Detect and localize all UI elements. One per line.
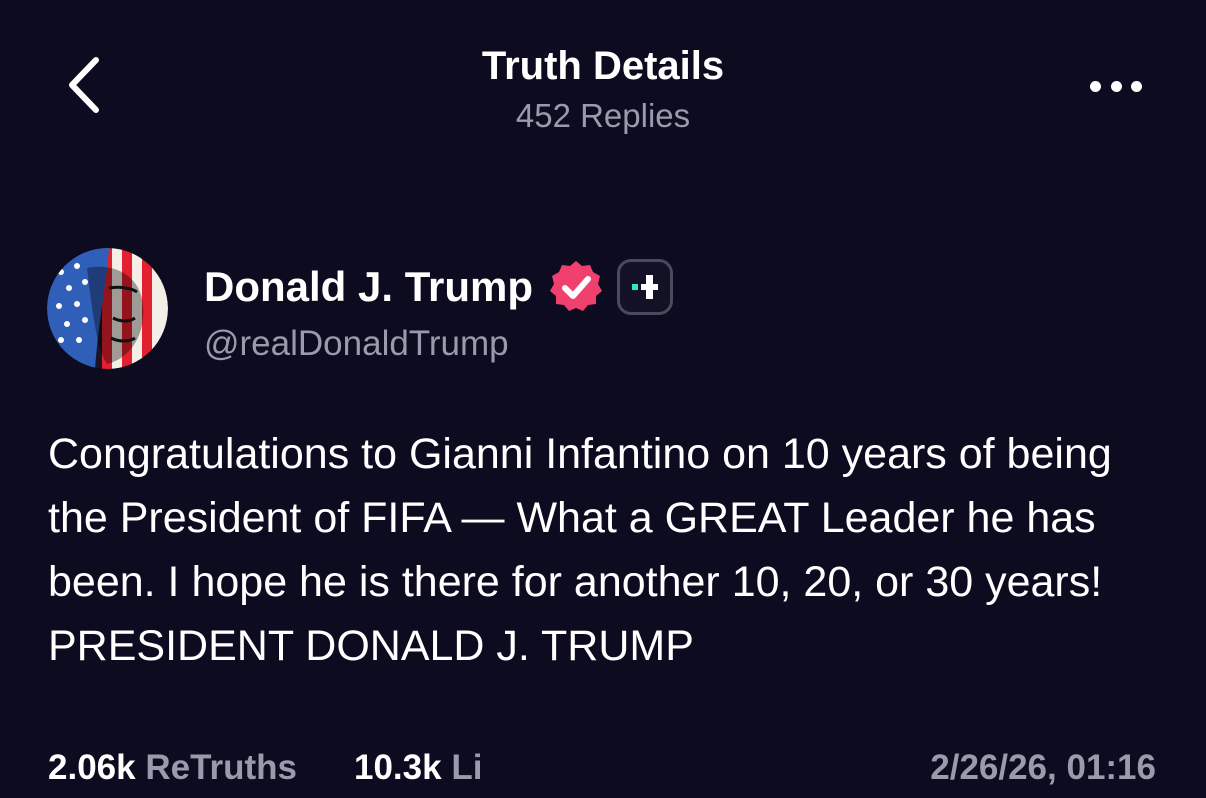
- post-stats: 2.06k ReTruths 10.3k Li 2/26/26, 01:16: [48, 746, 1156, 790]
- author-name[interactable]: Donald J. Trump: [204, 263, 533, 311]
- post-timestamp: 2/26/26, 01:16: [930, 748, 1156, 787]
- verified-badge-icon: [550, 261, 603, 311]
- retruths-label: ReTruths: [145, 748, 298, 787]
- more-options-button[interactable]: [1086, 72, 1146, 100]
- avatar-image: [47, 248, 168, 369]
- likes-stat[interactable]: 10.3k Li: [354, 746, 482, 790]
- likes-label: Li: [451, 748, 483, 787]
- author-handle[interactable]: @realDonaldTrump: [204, 324, 509, 364]
- retruths-stat[interactable]: 2.06k ReTruths: [48, 746, 297, 790]
- header: Truth Details 452 Replies: [0, 40, 1206, 138]
- truth-plus-badge[interactable]: [617, 259, 674, 315]
- avatar[interactable]: [47, 248, 168, 369]
- more-horizontal-icon: [1090, 80, 1142, 92]
- likes-count: 10.3k: [354, 748, 442, 787]
- post-text: Congratulations to Gianni Infantino on 1…: [48, 430, 1112, 670]
- replies-count[interactable]: 452 Replies: [0, 94, 1206, 138]
- page-title: Truth Details: [481, 44, 725, 88]
- retruths-count: 2.06k: [48, 748, 136, 787]
- truth-plus-icon: [632, 275, 659, 299]
- author-name-row: Donald J. Trump: [204, 258, 674, 316]
- truth-details-screen: Truth Details 452 Replies Donald J. Trum…: [0, 0, 1206, 798]
